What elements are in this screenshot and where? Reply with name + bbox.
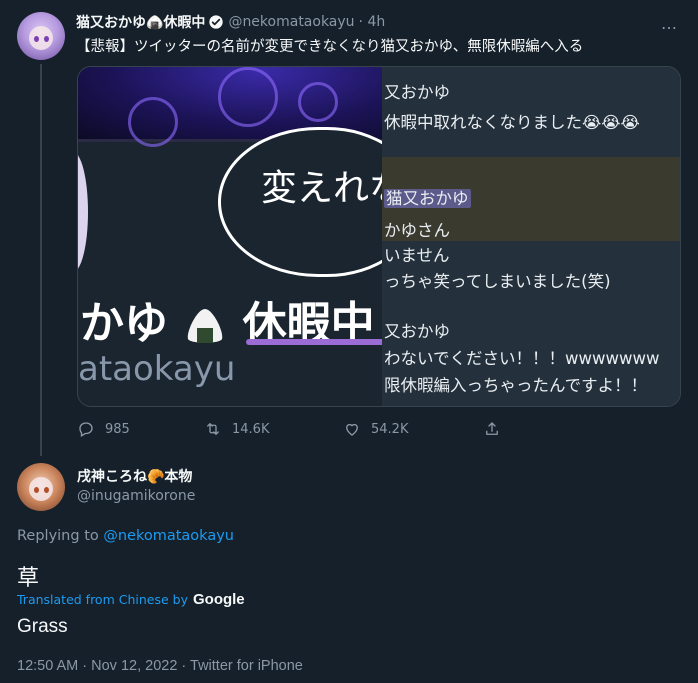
tweet-text: 【悲報】ツイッターの名前が変更できなくなり猫又おかゆ、無限休暇編へ入る <box>76 39 584 55</box>
chat-line: わないでください！！！wwwwwww <box>384 349 660 368</box>
translation-text: Grass <box>17 616 68 637</box>
thread-connector-line <box>40 64 42 456</box>
reply-text: 草 <box>17 566 40 591</box>
retweet-count: 14.6K <box>232 421 270 437</box>
reply-header: 戌神ころね🥐本物 @inugamikorone <box>77 466 195 504</box>
reply-icon <box>79 422 93 437</box>
chat-line-highlighted: 猫又おかゆ <box>384 185 471 209</box>
neon-ring <box>128 97 178 147</box>
neon-ring <box>218 67 278 127</box>
avatar-eye <box>34 487 39 493</box>
more-options-icon[interactable]: … <box>661 14 678 33</box>
media-image-right[interactable]: 又おかゆ 休暇中取れなくなりました😭😭😭 猫又おかゆ かゆさん いません っちゃ… <box>382 67 680 406</box>
display-name[interactable]: 猫又おかゆ🍙休暇中 <box>76 12 205 32</box>
avatar-inugamikorone[interactable] <box>17 463 65 511</box>
reply-display-name[interactable]: 戌神ころね🥐本物 <box>77 466 195 486</box>
share-button[interactable] <box>483 420 511 438</box>
like-button[interactable]: 54.2K <box>343 420 408 438</box>
chat-line: 限休暇編入っちゃったんですよ！！ <box>384 376 648 395</box>
chat-line: 又おかゆ <box>384 83 450 102</box>
romaji-name: ataokayu <box>78 349 236 389</box>
tweet-time[interactable]: · 4h <box>359 14 386 30</box>
neon-ring <box>298 82 338 122</box>
reply-handle[interactable]: @inugamikorone <box>77 488 195 504</box>
retweet-icon <box>207 423 219 435</box>
handle[interactable]: @nekomataokayu <box>228 14 354 30</box>
chat-line: かゆさん <box>384 221 450 240</box>
translated-from-label: Translated from Chinese by <box>17 592 188 607</box>
avatar-face <box>29 477 53 501</box>
like-count: 54.2K <box>371 421 409 437</box>
google-logo: Google <box>192 591 245 608</box>
chat-line: っちゃ笑ってしまいました(笑) <box>384 272 611 291</box>
reply-count: 985 <box>105 421 130 437</box>
tweet-media[interactable]: 変えれな かゆ 休暇中 ataokayu 又おかゆ 休暇中取れなくなりました😭😭… <box>77 66 681 407</box>
avatar-eye <box>44 36 49 42</box>
replying-to: Replying to @nekomataokayu <box>17 528 234 544</box>
replying-to-link[interactable]: @nekomataokayu <box>103 528 234 544</box>
heart-icon <box>346 423 358 436</box>
chat-line: いません <box>384 246 450 265</box>
replying-to-label: Replying to <box>17 528 99 544</box>
tweet-header: 猫又おかゆ🍙休暇中 @nekomataokayu · 4h <box>76 12 385 32</box>
avatar-nekomataokayu[interactable] <box>17 12 65 60</box>
avatar-eye <box>34 36 39 42</box>
chat-line: 又おかゆ <box>384 322 450 341</box>
reply-button[interactable]: 985 <box>77 420 130 438</box>
chat-line: 休暇中取れなくなりました😭😭😭 <box>384 113 640 132</box>
stream-title-name: かゆ <box>80 298 168 349</box>
purple-underline <box>246 339 382 345</box>
avatar-eye <box>44 487 49 493</box>
avatar-face <box>29 26 53 50</box>
tweet-timestamp[interactable]: 12:50 AM · Nov 12, 2022 · Twitter for iP… <box>17 658 303 674</box>
tweet-action-bar: 985 14.6K 54.2K <box>77 420 507 440</box>
chat-name-chip: 猫又おかゆ <box>384 189 471 208</box>
translation-attribution[interactable]: Translated from Chinese by Google <box>17 591 245 608</box>
speech-bubble-text: 変えれな <box>261 168 382 209</box>
character-hair <box>78 152 88 272</box>
share-icon <box>486 422 498 435</box>
onigiri-icon <box>188 309 223 343</box>
media-image-left[interactable]: 変えれな かゆ 休暇中 ataokayu <box>78 67 382 406</box>
verified-badge-icon <box>209 15 224 29</box>
retweet-button[interactable]: 14.6K <box>204 420 269 438</box>
